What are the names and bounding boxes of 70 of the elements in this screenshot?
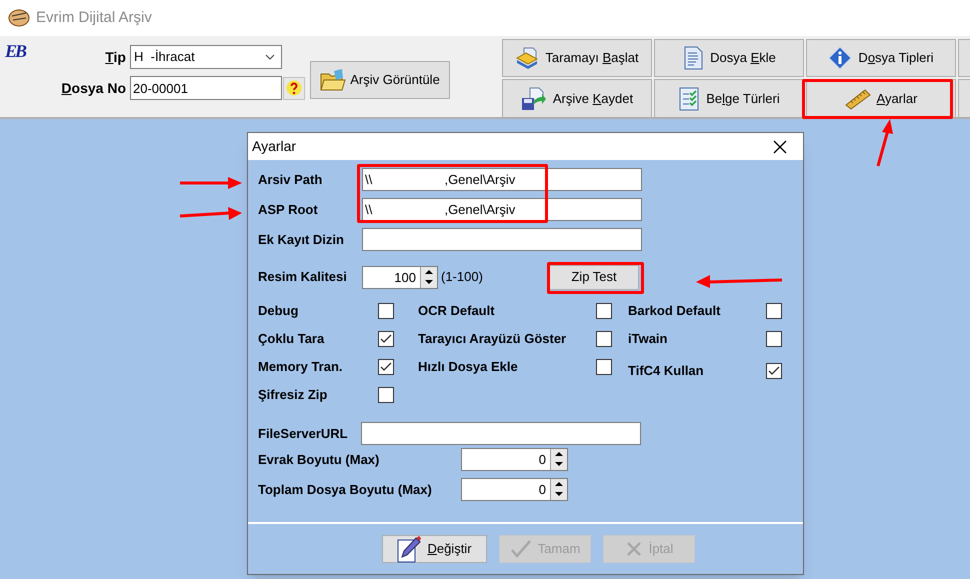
checkbox[interactable] xyxy=(378,387,394,403)
path-field[interactable]: \\ ,Genel\Arşiv xyxy=(362,168,642,191)
help-button[interactable] xyxy=(283,76,305,100)
check-icon xyxy=(380,334,392,344)
pencil-icon xyxy=(397,535,422,563)
toolbar-button[interactable]: Dosya Tipleri xyxy=(806,39,956,77)
option-label: OCR Default xyxy=(418,302,496,320)
checkbox[interactable] xyxy=(378,303,394,319)
tip-select[interactable]: H -İhracat xyxy=(130,45,282,69)
checkbox[interactable] xyxy=(766,363,782,379)
option-label: Çoklu Tara xyxy=(258,330,326,348)
ruler-icon xyxy=(844,88,871,110)
checkbox[interactable] xyxy=(766,303,782,319)
checkbox[interactable] xyxy=(378,359,394,375)
option-label: TifC4 Kullan xyxy=(628,362,705,380)
option-label: Şifresiz Zip xyxy=(258,386,328,404)
arrow xyxy=(178,206,244,222)
dosya-no-field[interactable]: 20-00001 xyxy=(130,76,282,100)
field-label: Toplam Dosya Boyutu (Max) xyxy=(258,480,433,499)
check-icon xyxy=(768,366,780,376)
option-label: Debug xyxy=(258,302,300,320)
scanner-icon xyxy=(515,46,540,70)
size-spinner[interactable]: 0 xyxy=(461,448,568,471)
quality-hint: (1-100) xyxy=(441,268,484,286)
checklist-icon xyxy=(678,86,700,110)
field-label: Arsiv Path xyxy=(258,170,324,189)
size-spinner[interactable]: 0 xyxy=(461,478,568,501)
checkbox[interactable] xyxy=(596,331,612,347)
checkbox[interactable] xyxy=(766,331,782,347)
field-label: ASP Root xyxy=(258,200,319,219)
toolbar-button[interactable]: Dosya Ekle xyxy=(654,39,804,77)
url-field[interactable] xyxy=(361,422,641,445)
dosya-no-label: Dosya No xyxy=(60,78,126,98)
toolbar-button[interactable]: Arşive Kaydet xyxy=(502,79,652,118)
info-icon xyxy=(828,46,852,70)
check-icon xyxy=(380,362,392,372)
toolbar-button[interactable]: Taramayı Başlat xyxy=(502,39,652,77)
tip-label: Tip xyxy=(104,48,126,67)
floppy-arrow-icon xyxy=(520,86,547,110)
checkbox[interactable] xyxy=(378,331,394,347)
toolbar-button[interactable]: Belge Türleri xyxy=(654,79,804,118)
quality-label: Resim Kalitesi xyxy=(258,268,348,286)
field-label: Evrak Boyutu (Max) xyxy=(258,450,380,469)
checkbox[interactable] xyxy=(596,303,612,319)
close-icon xyxy=(624,540,643,558)
option-label: Memory Tran. xyxy=(258,358,344,376)
document-icon xyxy=(682,46,704,70)
zip-test-button[interactable]: Zip Test xyxy=(549,264,639,290)
path-field[interactable] xyxy=(362,228,642,251)
option-label: Hızlı Dosya Ekle xyxy=(418,358,519,376)
window-title: Evrim Dijital Arşiv xyxy=(36,8,152,28)
dialog-button[interactable]: Değiştir xyxy=(382,535,487,563)
check-icon xyxy=(510,539,532,559)
option-label: Tarayıcı Arayüzü Göster xyxy=(418,330,568,348)
option-label: Barkod Default xyxy=(628,302,722,320)
view-archive-button[interactable]: Arşiv Görüntüle xyxy=(310,61,450,99)
folder-icon xyxy=(320,68,346,92)
checkbox[interactable] xyxy=(596,359,612,375)
quality-spinner[interactable]: 100 xyxy=(362,266,438,288)
field-label: FileServerURL xyxy=(258,424,349,443)
question-icon xyxy=(286,80,302,96)
path-field[interactable]: \\ ,Genel\Arşiv xyxy=(362,198,642,221)
logo: EB xyxy=(5,40,26,63)
close-icon[interactable] xyxy=(773,140,787,154)
option-label: iTwain xyxy=(628,330,668,348)
app-icon xyxy=(8,8,30,28)
arrow xyxy=(178,176,244,190)
chevron-down-icon xyxy=(265,54,275,60)
field-label: Ek Kayıt Dizin xyxy=(258,230,345,249)
dialog-title: Ayarlar xyxy=(252,137,298,156)
